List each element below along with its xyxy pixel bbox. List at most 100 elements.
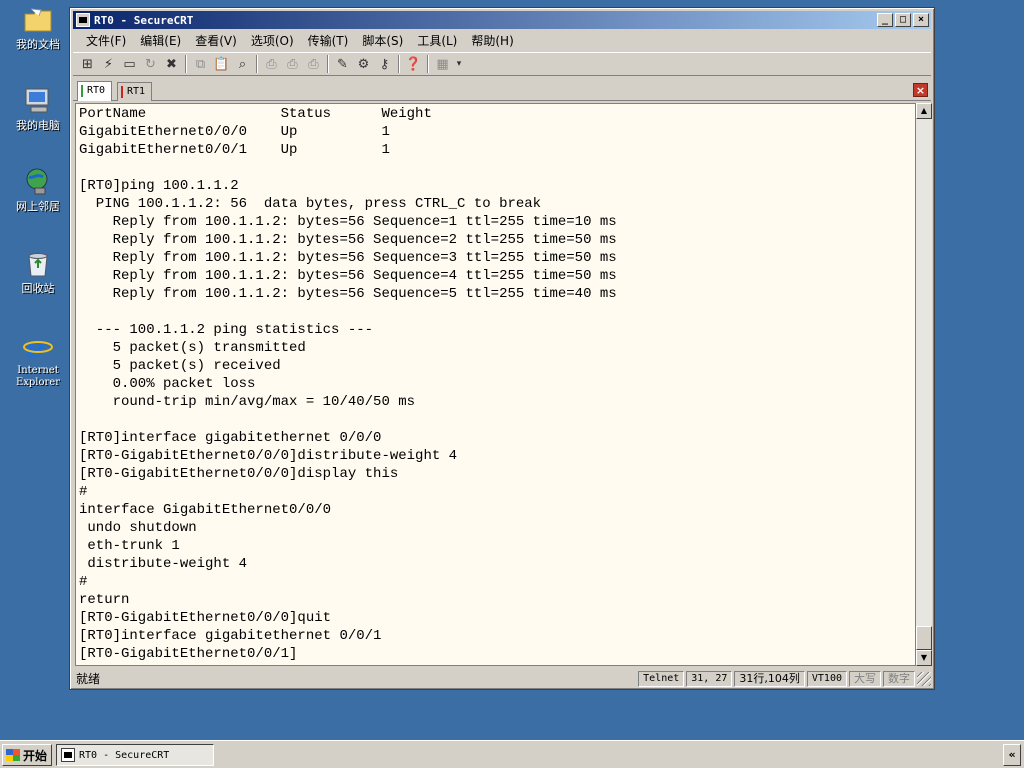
desktop-icon-label: 回收站 <box>21 282 55 295</box>
scroll-thumb[interactable] <box>916 626 932 650</box>
taskbar-item-securecrt[interactable]: RT0 - SecureCRT <box>56 744 214 766</box>
tab-status-mark <box>121 86 123 98</box>
terminal-line: --- 100.1.1.2 ping statistics --- <box>79 322 374 338</box>
desktop-icon-label: 我的文档 <box>16 38 60 51</box>
windows-logo-icon <box>6 749 20 761</box>
print-icon[interactable]: ⎙ <box>261 55 282 74</box>
status-num-lock: 数字 <box>883 670 915 687</box>
securecrt-icon <box>61 748 75 762</box>
status-caps-lock: 大写 <box>849 670 881 687</box>
desktop-icon-label: 我的电脑 <box>16 119 60 132</box>
menu-edit[interactable]: 编辑(E) <box>133 32 188 49</box>
terminal-line: return <box>79 592 130 608</box>
terminal-line: PING 100.1.1.2: 56 data bytes, press CTR… <box>79 196 542 212</box>
vertical-scrollbar[interactable]: ▲ ▼ <box>916 103 932 666</box>
toolbar-separator <box>256 55 258 73</box>
scroll-down-button[interactable]: ▼ <box>916 650 932 666</box>
terminal-line: # <box>79 574 88 590</box>
sftp-icon[interactable]: ▦ <box>432 55 453 74</box>
close-button[interactable]: × <box>913 13 929 27</box>
keymap-icon[interactable]: ⚷ <box>374 55 395 74</box>
toolbar-separator <box>427 55 429 73</box>
status-rows-cols: 31行,104列 <box>734 670 805 687</box>
desktop-icon-network[interactable]: 网上邻居 <box>6 166 70 213</box>
menu-tools[interactable]: 工具(L) <box>410 32 464 49</box>
app-icon[interactable] <box>76 13 90 27</box>
menu-bar: 文件(F) 编辑(E) 查看(V) 选项(O) 传输(T) 脚本(S) 工具(L… <box>73 30 931 50</box>
desktop-icon-my-documents[interactable]: 我的文档 <box>6 4 70 51</box>
terminal-text: PortName Status Weight GigabitEthernet0/0… <box>76 104 915 663</box>
status-cursor-position: 31, 27 <box>686 670 733 687</box>
close-tab-button[interactable]: × <box>913 83 928 97</box>
folder-documents-icon <box>22 4 54 36</box>
terminal-line: PortName Status Weight <box>79 106 432 122</box>
tray-expand-button[interactable]: « <box>1003 744 1021 766</box>
terminal-line: # <box>79 484 88 500</box>
connect-tab-icon[interactable]: ▭ <box>119 55 140 74</box>
disconnect-icon[interactable]: ✖ <box>161 55 182 74</box>
desktop-icon-internet-explorer[interactable]: e Internet Explorer <box>6 330 70 389</box>
menu-help[interactable]: 帮助(H) <box>464 32 520 49</box>
paste-icon[interactable]: 📋 <box>211 55 232 74</box>
desktop-icon-recycle-bin[interactable]: 回收站 <box>6 248 70 295</box>
title-bar[interactable]: RT0 - SecureCRT _ □ × <box>73 11 931 29</box>
taskbar: 开始 RT0 - SecureCRT « <box>0 740 1024 768</box>
print-setup-icon[interactable]: ⎙ <box>282 55 303 74</box>
desktop-icon-my-computer[interactable]: 我的电脑 <box>6 85 70 132</box>
status-emulation: VT100 <box>806 670 847 687</box>
internet-explorer-icon: e <box>22 330 54 362</box>
terminal-line: Reply from 100.1.1.2: bytes=56 Sequence=… <box>79 268 617 284</box>
terminal-line: 5 packet(s) received <box>79 358 281 374</box>
help-icon[interactable]: ❓ <box>403 55 424 74</box>
quick-connect-icon[interactable]: ⚡ <box>98 55 119 74</box>
find-icon[interactable]: ⌕ <box>232 55 253 74</box>
menu-transfer[interactable]: 传输(T) <box>301 32 356 49</box>
terminal-output[interactable]: PortName Status Weight GigabitEthernet0/0… <box>75 103 916 666</box>
desktop-icon-label: Internet Explorer <box>15 365 61 388</box>
terminal-line: [RT0-GigabitEthernet0/0/1] <box>79 646 298 662</box>
resize-grip-icon[interactable] <box>917 671 931 686</box>
toolbar-separator <box>185 55 187 73</box>
tab-rt0[interactable]: RT0 <box>77 81 113 101</box>
terminal-line: GigabitEthernet0/0/0 Up 1 <box>79 124 390 140</box>
copy-icon[interactable]: ⧉ <box>190 55 211 74</box>
status-ready: 就绪 <box>76 672 101 686</box>
session-options-icon[interactable]: ✎ <box>332 55 353 74</box>
tab-label: RT0 <box>87 85 106 96</box>
start-button[interactable]: 开始 <box>2 744 52 766</box>
desktop-icon-label: 网上邻居 <box>16 200 60 213</box>
terminal-line: [RT0-GigabitEthernet0/0/0]distribute-wei… <box>79 448 458 464</box>
terminal-line: [RT0-GigabitEthernet0/0/0]quit <box>79 610 332 626</box>
reconnect-icon[interactable]: ↻ <box>140 55 161 74</box>
terminal-line: Reply from 100.1.1.2: bytes=56 Sequence=… <box>79 286 617 302</box>
terminal-line: GigabitEthernet0/0/1 Up 1 <box>79 142 390 158</box>
print-selection-icon[interactable]: ⎙ <box>303 55 324 74</box>
toolbar: ⊞ ⚡ ▭ ↻ ✖ ⧉ 📋 ⌕ ⎙ ⎙ ⎙ ✎ ⚙ ⚷ ❓ ▦ ▾ <box>73 52 931 76</box>
connect-icon[interactable]: ⊞ <box>77 55 98 74</box>
more-icon[interactable]: ▾ <box>453 55 465 74</box>
tab-status-mark <box>81 85 83 97</box>
tab-rt1[interactable]: RT1 <box>117 82 153 101</box>
menu-view[interactable]: 查看(V) <box>188 32 244 49</box>
global-options-icon[interactable]: ⚙ <box>353 55 374 74</box>
session-tab-bar: RT0 RT1 × <box>73 79 931 101</box>
terminal-line: Reply from 100.1.1.2: bytes=56 Sequence=… <box>79 214 617 230</box>
terminal-line: distribute-weight 4 <box>79 556 248 572</box>
terminal-line: round-trip min/avg/max = 10/40/50 ms <box>79 394 416 410</box>
terminal-line: Reply from 100.1.1.2: bytes=56 Sequence=… <box>79 232 617 248</box>
scroll-up-button[interactable]: ▲ <box>916 103 932 119</box>
menu-file[interactable]: 文件(F) <box>79 32 133 49</box>
menu-script[interactable]: 脚本(S) <box>355 32 410 49</box>
menu-options[interactable]: 选项(O) <box>244 32 301 49</box>
status-bar: 就绪 Telnet 31, 27 31行,104列 VT100 大写 数字 <box>73 669 931 688</box>
start-label: 开始 <box>23 748 48 763</box>
maximize-button[interactable]: □ <box>895 13 911 27</box>
svg-text:e: e <box>26 331 45 361</box>
recycle-bin-icon <box>22 248 54 280</box>
minimize-button[interactable]: _ <box>877 13 893 27</box>
terminal-line: [RT0]ping 100.1.1.2 <box>79 178 239 194</box>
terminal-line: 0.00% packet loss <box>79 376 256 392</box>
securecrt-window: RT0 - SecureCRT _ □ × 文件(F) 编辑(E) 查看(V) … <box>69 7 935 690</box>
